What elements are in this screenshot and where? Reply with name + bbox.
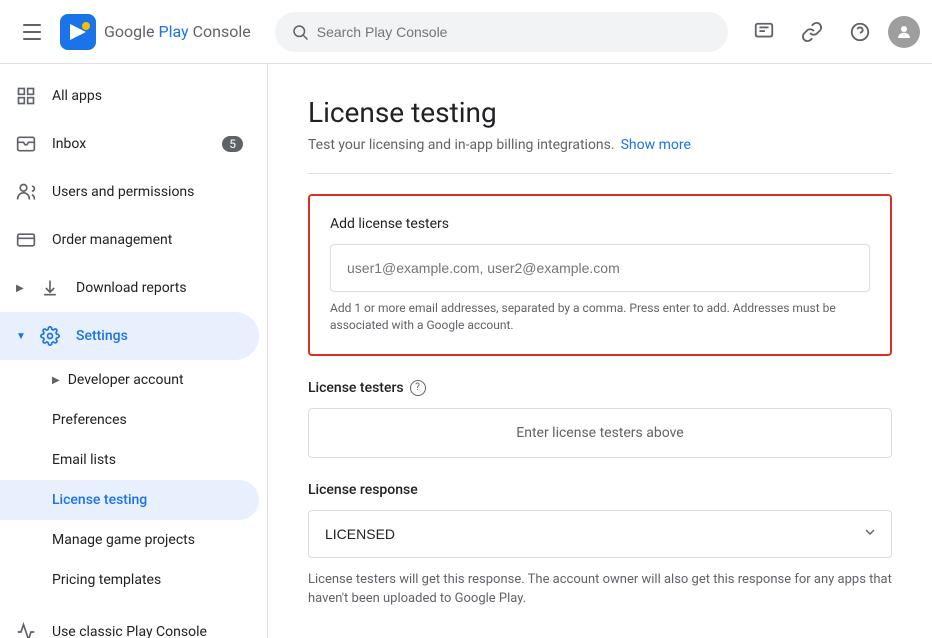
sidebar-item-classic-label: Use classic Play Console [52, 624, 243, 638]
add-license-testers-section: Add license testers Add 1 or more email … [308, 194, 892, 356]
license-testers-title: License testers [308, 380, 404, 396]
page-subtitle: Test your licensing and in-app billing i… [308, 137, 892, 153]
sidebar-item-developer-label: Developer account [68, 372, 184, 388]
sidebar-item-preferences[interactable]: Preferences [0, 400, 259, 440]
sidebar-item-classic[interactable]: Use classic Play Console [0, 608, 259, 638]
sidebar-item-settings[interactable]: ▼ Settings [0, 312, 259, 360]
sidebar: All apps Inbox 5 Use [0, 64, 268, 638]
top-bar: Google Play Console [0, 0, 932, 64]
chat-icon [753, 21, 775, 43]
add-testers-label: Add license testers [330, 216, 870, 232]
sidebar-item-license-testing-label: License testing [52, 492, 147, 508]
sidebar-item-license-testing[interactable]: License testing [0, 480, 259, 520]
sidebar-item-users-label: Users and permissions [52, 184, 243, 200]
input-hint: Add 1 or more email addresses, separated… [330, 300, 870, 334]
card-icon [16, 230, 36, 250]
sidebar-item-order-management[interactable]: Order management [0, 216, 259, 264]
sidebar-item-inbox-label: Inbox [52, 136, 206, 152]
chat-icon-button[interactable] [744, 12, 784, 52]
license-response-label: License response [308, 482, 892, 498]
help-icon [849, 21, 871, 43]
sidebar-item-manage-game-label: Manage game projects [52, 532, 195, 548]
license-response-select-wrapper: LICENSED NOT_LICENSED LICENSED_OLD_KEY [308, 510, 892, 558]
inbox-badge: 5 [222, 136, 243, 152]
link-icon [801, 21, 823, 43]
sidebar-item-order-label: Order management [52, 232, 243, 248]
search-input[interactable] [317, 24, 712, 40]
help-circle-icon[interactable]: ? [410, 380, 426, 396]
testers-placeholder-box: Enter license testers above [308, 408, 892, 458]
top-bar-actions [744, 12, 920, 52]
sidebar-item-inbox[interactable]: Inbox 5 [0, 120, 259, 168]
sidebar-item-users[interactable]: Users and permissions [0, 168, 259, 216]
logo-text: Google Play Console [104, 22, 251, 41]
grid-icon [16, 86, 36, 106]
sidebar-item-pricing-templates[interactable]: Pricing templates [0, 560, 259, 600]
page-title: License testing [308, 96, 892, 129]
logo-icon [60, 14, 96, 50]
testers-placeholder-text: Enter license testers above [516, 425, 683, 441]
sidebar-item-all-apps[interactable]: All apps [0, 72, 259, 120]
avatar[interactable] [888, 16, 920, 48]
sidebar-item-settings-label: Settings [76, 328, 243, 344]
sidebar-item-pricing-label: Pricing templates [52, 572, 161, 588]
license-response-select[interactable]: LICENSED NOT_LICENSED LICENSED_OLD_KEY [308, 510, 892, 558]
response-description: License testers will get this response. … [308, 570, 892, 609]
person-icon [895, 23, 913, 41]
sidebar-item-email-lists[interactable]: Email lists [0, 440, 259, 480]
settings-expand-icon: ▼ [16, 331, 24, 342]
users-icon [16, 182, 36, 202]
help-icon-button[interactable] [840, 12, 880, 52]
sidebar-item-developer-account[interactable]: ▶ Developer account [0, 360, 259, 400]
divider [308, 173, 892, 174]
gear-icon [40, 326, 60, 346]
body-area: All apps Inbox 5 Use [0, 64, 932, 638]
show-more-link[interactable]: Show more [621, 137, 691, 153]
license-testers-input[interactable] [330, 244, 870, 292]
expand-icon: ▶ [16, 283, 24, 294]
sidebar-item-download-label: Download reports [76, 280, 243, 296]
search-bar [275, 12, 728, 52]
link-icon-button[interactable] [792, 12, 832, 52]
sidebar-item-email-lists-label: Email lists [52, 452, 116, 468]
license-testers-row: License testers ? [308, 380, 892, 396]
sidebar-item-manage-game-projects[interactable]: Manage game projects [0, 520, 259, 560]
sidebar-item-all-apps-label: All apps [52, 88, 243, 104]
search-icon [291, 23, 309, 41]
download-icon [40, 278, 60, 298]
sidebar-item-download-reports[interactable]: ▶ Download reports [0, 264, 259, 312]
sidebar-item-preferences-label: Preferences [52, 412, 127, 428]
inbox-icon [16, 134, 36, 154]
menu-button[interactable] [12, 12, 52, 52]
main-content: License testing Test your licensing and … [268, 64, 932, 638]
subtitle-text: Test your licensing and in-app billing i… [308, 137, 615, 153]
chart-icon [16, 622, 36, 638]
developer-expand-icon: ▶ [52, 375, 60, 386]
logo[interactable]: Google Play Console [60, 14, 251, 50]
